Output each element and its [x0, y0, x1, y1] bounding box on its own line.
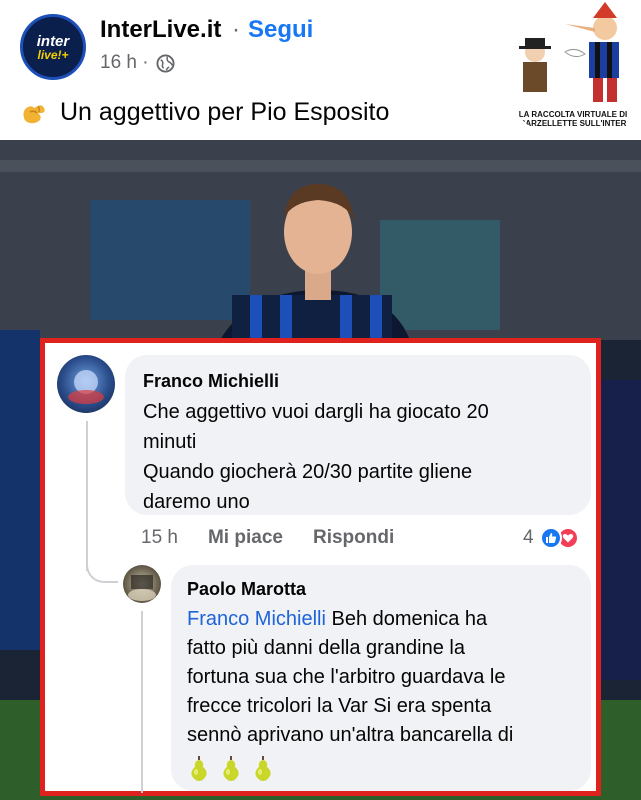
reply-thread-line: [141, 611, 143, 793]
avatar-image: [128, 575, 156, 601]
pinocchio-cartoon-icon: [519, 2, 619, 102]
avatar-logo-text: inter: [36, 32, 70, 50]
comment-text: Che aggettivo vuoi dargli ha giocato 20 …: [143, 397, 573, 517]
comment-text-line: daremo uno: [143, 491, 250, 513]
reply-text: Franco Michielli Beh domenica ha fatto p…: [187, 605, 575, 750]
like-reaction-icon: [539, 527, 562, 549]
logo-caption: LA RACCOLTA VIRTUALE DI BARZELLETTE SULL…: [518, 110, 628, 128]
post-caption: Un aggettivo per Pio Esposito: [20, 98, 389, 127]
reply-text-line: fortuna sua che l'arbitro guardava le: [187, 666, 506, 688]
reply-author-avatar[interactable]: [123, 565, 161, 603]
reply-author[interactable]: Paolo Marotta: [187, 577, 575, 601]
highlighted-comments: Franco Michielli Che aggettivo vuoi darg…: [40, 338, 601, 796]
mention-link[interactable]: Franco Michielli: [187, 608, 326, 630]
reaction-summary[interactable]: 4: [523, 527, 579, 549]
thread-connector: [86, 543, 118, 583]
reply-text-line: fatto più danni della grandine la: [187, 637, 465, 659]
comment-author[interactable]: Franco Michielli: [143, 369, 573, 393]
page-avatar[interactable]: inter live!+: [20, 14, 86, 80]
reply-text-line: sennò aprivano un'altra bancarella di: [187, 724, 514, 746]
globe-icon: [156, 54, 175, 73]
avatar-logo-subtext: live!+: [37, 47, 69, 62]
reaction-count: 4: [523, 527, 534, 548]
comment-bubble: Franco Michielli Che aggettivo vuoi darg…: [125, 355, 591, 515]
comment-timestamp[interactable]: 15 h: [141, 527, 178, 549]
raccolta-barzellette-logo: LA RACCOLTA VIRTUALE DI BARZELLETTE SULL…: [505, 0, 641, 140]
post-caption-text: Un aggettivo per Pio Esposito: [60, 98, 390, 126]
post-header: inter live!+ InterLive.it · Segui 16 h ·…: [0, 0, 641, 140]
emoji-row: [187, 754, 575, 782]
avatar-image: [68, 370, 104, 404]
comment-actions: 15 h Mi piace Rispondi: [141, 527, 394, 549]
page-name-link[interactable]: InterLive.it: [100, 16, 221, 44]
follow-button[interactable]: Segui: [248, 16, 313, 44]
pear-icon: [191, 756, 207, 781]
reply-bubble: Paolo Marotta Franco Michielli Beh domen…: [171, 565, 591, 791]
pear-icon: [223, 756, 239, 781]
pear-icon: [255, 756, 271, 781]
comment-text-line: minuti: [143, 431, 197, 453]
reply-text-fragment: Beh domenica ha: [325, 608, 488, 630]
comment-text-line: Che aggettivo vuoi dargli ha giocato 20: [143, 401, 489, 423]
comment-text-line: Quando giocherà 20/30 partite gliene: [143, 461, 473, 483]
post-timestamp[interactable]: 16 h ·: [100, 52, 149, 74]
like-button[interactable]: Mi piace: [208, 527, 283, 549]
commenter-avatar[interactable]: [57, 355, 115, 413]
separator-dot: ·: [232, 16, 240, 43]
reply-button[interactable]: Rispondi: [313, 527, 394, 549]
reply-text-line: Franco Michielli Beh domenica ha: [187, 605, 575, 634]
flexed-biceps-icon: [23, 104, 45, 123]
reply-text-line: frecce tricolori la Var Si era spenta: [187, 695, 492, 717]
